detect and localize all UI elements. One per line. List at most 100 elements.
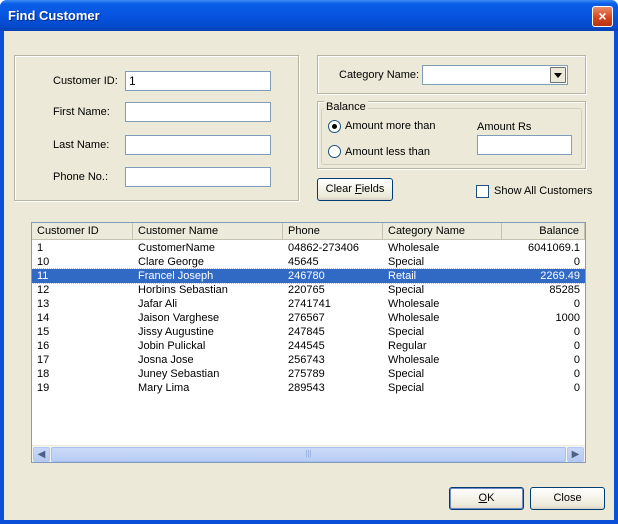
table-row[interactable]: 14 Jaison Varghese 276567 Wholesale 1000: [32, 311, 585, 325]
clear-fields-button[interactable]: Clear Fields: [317, 178, 393, 201]
cell-customer-name: Mary Lima: [138, 382, 190, 394]
customer-id-label: Customer ID:: [53, 75, 118, 87]
cell-balance: 0: [573, 368, 580, 380]
last-name-label: Last Name:: [53, 139, 110, 151]
table-row[interactable]: 15 Jissy Augustine 247845 Special 0: [32, 325, 585, 339]
table-row[interactable]: 18 Juney Sebastian 275789 Special 0: [32, 367, 585, 381]
cell-customer-id: 12: [37, 284, 50, 296]
amount-more-than-radio[interactable]: [328, 120, 341, 133]
close-button[interactable]: Close: [530, 487, 605, 510]
category-label: Category Name:: [339, 69, 420, 81]
cell-customer-id: 14: [37, 312, 50, 324]
chevron-down-icon[interactable]: [550, 67, 566, 83]
cell-customer-id: 18: [37, 368, 50, 380]
phone-input[interactable]: [125, 167, 271, 187]
cell-customer-name: Juney Sebastian: [138, 368, 220, 380]
balance-legend: Balance: [324, 101, 368, 113]
table-row[interactable]: 13 Jafar Ali 2741741 Wholesale 0: [32, 297, 585, 311]
column-header-phone[interactable]: Phone: [283, 223, 383, 240]
cell-balance: 2269.49: [540, 270, 580, 282]
amount-less-than-radio[interactable]: [328, 145, 341, 158]
scroll-left-icon[interactable]: ◀: [33, 447, 50, 462]
cell-phone: 2741741: [288, 298, 331, 310]
table-row[interactable]: 16 Jobin Pulickal 244545 Regular 0: [32, 339, 585, 353]
cell-customer-name: CustomerName: [138, 242, 216, 254]
table-row[interactable]: 1 CustomerName 04862-273406 Wholesale 604106…: [32, 241, 585, 255]
cell-balance: 85285: [549, 284, 580, 296]
cell-phone: 246780: [288, 270, 325, 282]
cell-phone: 04862-273406: [288, 242, 359, 254]
cell-customer-name: Francel Joseph: [138, 270, 214, 282]
cell-customer-name: Jissy Augustine: [138, 326, 214, 338]
cell-category-name: Regular: [388, 340, 427, 352]
cell-phone: 220765: [288, 284, 325, 296]
amount-less-than-label[interactable]: Amount less than: [345, 146, 430, 158]
cell-customer-id: 13: [37, 298, 50, 310]
column-header-customer-name[interactable]: Customer Name: [133, 223, 283, 240]
customer-results-grid[interactable]: Customer ID Customer Name Phone Category…: [31, 222, 586, 463]
cell-phone: 45645: [288, 256, 319, 268]
cell-customer-name: Josna Jose: [138, 354, 194, 366]
cell-customer-id: 15: [37, 326, 50, 338]
cell-category-name: Wholesale: [388, 312, 440, 324]
find-customer-window: Find Customer × Customer ID: First Name:…: [0, 0, 618, 524]
cell-customer-id: 10: [37, 256, 50, 268]
table-row[interactable]: 19 Mary Lima 289543 Special 0: [32, 381, 585, 395]
cell-category-name: Special: [388, 326, 425, 338]
cell-phone: 244545: [288, 340, 325, 352]
column-header-customer-id[interactable]: Customer ID: [32, 223, 133, 240]
phone-label: Phone No.:: [53, 171, 109, 183]
cell-customer-id: 11: [37, 270, 49, 282]
cell-balance: 0: [573, 326, 580, 338]
cell-balance: 1000: [555, 312, 580, 324]
close-window-icon[interactable]: ×: [592, 6, 613, 27]
cell-balance: 0: [573, 382, 580, 394]
category-select[interactable]: [422, 65, 568, 85]
table-row[interactable]: 11 Francel Joseph 246780 Retail 2269.49: [32, 268, 585, 284]
scroll-right-icon[interactable]: ▶: [567, 447, 584, 462]
cell-customer-name: Jafar Ali: [138, 298, 178, 310]
amount-label: Amount Rs: [477, 121, 532, 133]
cell-customer-id: 1: [37, 242, 44, 254]
amount-more-than-label[interactable]: Amount more than: [345, 120, 436, 132]
cell-phone: 276567: [288, 312, 325, 324]
cell-balance: 0: [573, 340, 580, 352]
cell-balance: 6041069.1: [528, 242, 580, 254]
cell-phone: 256743: [288, 354, 325, 366]
cell-phone: 247845: [288, 326, 325, 338]
cell-customer-name: Jobin Pulickal: [138, 340, 206, 352]
cell-category-name: Special: [388, 382, 425, 394]
column-header-balance[interactable]: Balance: [502, 223, 585, 240]
title-bar[interactable]: Find Customer ×: [0, 0, 618, 31]
cell-balance: 0: [573, 298, 580, 310]
cell-customer-id: 19: [37, 382, 50, 394]
cell-category-name: Wholesale: [388, 298, 440, 310]
table-row[interactable]: 10 Clare George 45645 Special 0: [32, 255, 585, 269]
cell-phone: 275789: [288, 368, 325, 380]
cell-phone: 289543: [288, 382, 325, 394]
first-name-label: First Name:: [53, 106, 110, 118]
cell-category-name: Wholesale: [388, 242, 440, 254]
first-name-input[interactable]: [125, 102, 271, 122]
scroll-thumb[interactable]: |||: [51, 447, 566, 462]
table-row[interactable]: 17 Josna Jose 256743 Wholesale 0: [32, 353, 585, 367]
amount-input[interactable]: [477, 135, 572, 155]
cell-category-name: Special: [388, 368, 425, 380]
cell-category-name: Special: [388, 256, 425, 268]
cell-category-name: Retail: [388, 270, 417, 282]
show-all-customers-checkbox[interactable]: [476, 185, 489, 198]
dialog-body: Customer ID: First Name: Last Name: Phon…: [4, 31, 614, 520]
ok-button[interactable]: OK: [449, 487, 524, 510]
cell-customer-id: 17: [37, 354, 50, 366]
cell-customer-id: 16: [37, 340, 50, 352]
last-name-input[interactable]: [125, 135, 271, 155]
column-header-category-name[interactable]: Category Name: [383, 223, 502, 240]
cell-customer-name: Jaison Varghese: [138, 312, 220, 324]
customer-id-input[interactable]: [125, 71, 271, 91]
cell-category-name: Wholesale: [388, 354, 440, 366]
horizontal-scrollbar[interactable]: ◀ ||| ▶: [32, 445, 585, 462]
show-all-customers-label[interactable]: Show All Customers: [494, 185, 592, 197]
table-row[interactable]: 12 Horbins Sebastian 220765 Special 85285: [32, 283, 585, 297]
cell-category-name: Special: [388, 284, 425, 296]
cell-customer-name: Horbins Sebastian: [138, 284, 228, 296]
